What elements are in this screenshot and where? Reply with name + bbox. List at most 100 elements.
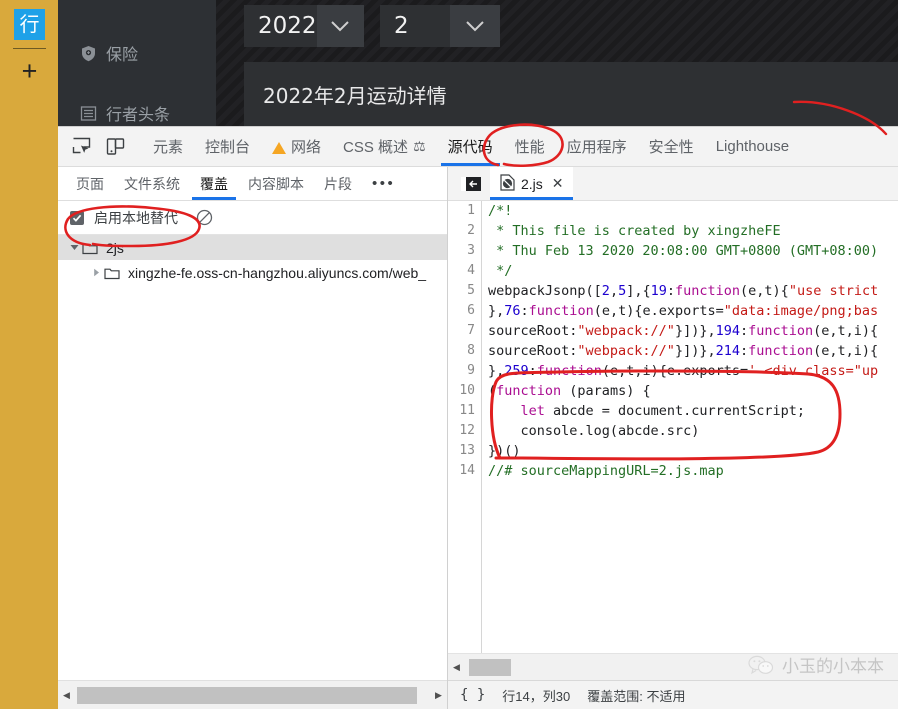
tab-network[interactable]: 网络 xyxy=(261,127,332,166)
enable-overrides-label: 启用本地替代 xyxy=(94,209,178,226)
editor-horizontal-scrollbar[interactable]: ◀ xyxy=(448,653,898,680)
code-line: //# sourceMappingURL=2.js.map xyxy=(488,461,898,481)
tree-row[interactable]: xingzhe-fe.oss-cn-hangzhou.aliyuncs.com/… xyxy=(58,260,447,285)
content-card: 2022年2月运动详情 xyxy=(244,62,898,132)
scrollbar-track[interactable] xyxy=(75,686,430,704)
code-token: ( xyxy=(488,383,497,399)
line-number: 9 xyxy=(467,363,475,378)
chevron-down-icon[interactable] xyxy=(66,243,82,252)
navigator-horizontal-scrollbar[interactable]: ◀ ▶ xyxy=(58,680,447,709)
code-token: (e,t){ xyxy=(740,283,789,299)
code-token: , xyxy=(609,283,619,299)
code-token: 214 xyxy=(715,343,740,359)
line-number: 5 xyxy=(467,283,475,298)
nav-tab-label: 覆盖 xyxy=(200,175,228,192)
tab-css-overview[interactable]: CSS 概述 ⚖ xyxy=(332,127,437,166)
code-token: }, xyxy=(488,363,505,379)
nav-tab-page[interactable]: 页面 xyxy=(66,167,114,200)
tab-console[interactable]: 控制台 xyxy=(194,127,261,166)
scrollbar-thumb[interactable] xyxy=(469,658,511,676)
close-icon[interactable]: ✕ xyxy=(552,175,564,192)
nav-tab-overrides[interactable]: 覆盖 xyxy=(190,167,238,200)
sources-navigator-panel: 页面 文件系统 覆盖 内容脚本 片段 ••• 启用本地替代 2js xingzh… xyxy=(58,167,448,709)
navigator-tabs: 页面 文件系统 覆盖 内容脚本 片段 ••• xyxy=(58,167,447,201)
month-select-value: 2 xyxy=(394,13,409,39)
code-line: sourceRoot:"webpack://"}])},194:function… xyxy=(488,321,898,341)
tree-row[interactable]: 2js xyxy=(58,235,447,260)
code-line: },259:function(e,t,i){e.exports=' <div c… xyxy=(488,361,898,381)
tab-label: 源代码 xyxy=(447,139,493,156)
nav-tab-filesystem[interactable]: 文件系统 xyxy=(114,167,190,200)
folder-icon xyxy=(104,266,123,280)
year-select[interactable]: 2022 xyxy=(244,5,364,47)
pretty-print-icon[interactable]: { } xyxy=(460,687,485,703)
device-toolbar-icon[interactable] xyxy=(98,129,132,165)
scroll-left-arrow-icon[interactable]: ◀ xyxy=(448,662,465,673)
tab-security[interactable]: 安全性 xyxy=(638,127,705,166)
chevron-right-icon[interactable] xyxy=(88,268,104,277)
code-token: 194 xyxy=(715,323,740,339)
warning-icon xyxy=(272,141,287,154)
editor-tabstrip: 2.js ✕ xyxy=(448,167,898,201)
code-token: function xyxy=(748,343,814,359)
month-select[interactable]: 2 xyxy=(380,5,500,47)
nav-tab-content-scripts[interactable]: 内容脚本 xyxy=(238,167,314,200)
folder-icon xyxy=(82,241,101,255)
code-token: "webpack://" xyxy=(577,343,675,359)
code-token: (e,t){e.exports= xyxy=(593,303,724,319)
code-content[interactable]: /*! * This file is created by xingzheFE … xyxy=(488,201,898,653)
code-token: */ xyxy=(488,263,513,279)
rail-divider xyxy=(13,48,46,49)
tab-sources[interactable]: 源代码 xyxy=(437,127,504,166)
sidebar-item-headlines[interactable]: 行者头条 xyxy=(80,101,170,125)
code-token: function xyxy=(496,383,562,399)
more-tabs-button[interactable]: ••• xyxy=(362,175,405,192)
app-logo: 行 xyxy=(14,9,45,40)
line-number: 11 xyxy=(459,403,475,418)
tab-label: 应用程序 xyxy=(566,139,627,156)
line-number: 3 xyxy=(467,243,475,258)
line-number: 8 xyxy=(467,343,475,358)
line-number: 4 xyxy=(467,263,475,278)
scrollbar-thumb[interactable] xyxy=(77,686,417,704)
code-line: let abcde = document.currentScript; xyxy=(488,401,898,421)
sidebar-item-insurance[interactable]: 保险 xyxy=(80,41,138,65)
code-token: function xyxy=(528,303,594,319)
tab-performance[interactable]: 性能 xyxy=(504,127,556,166)
tab-label: 性能 xyxy=(514,139,545,156)
code-token: let xyxy=(520,403,545,419)
code-line: (function (params) { xyxy=(488,381,898,401)
code-token: : xyxy=(739,343,749,359)
code-token: sourceRoot: xyxy=(488,343,578,359)
tab-label: CSS 概述 xyxy=(343,139,409,156)
scroll-left-arrow-icon[interactable]: ◀ xyxy=(58,690,75,701)
show-navigator-icon[interactable] xyxy=(458,171,484,197)
scroll-right-arrow-icon[interactable]: ▶ xyxy=(430,690,447,701)
code-token: 2 xyxy=(601,283,610,299)
enable-overrides-checkbox[interactable] xyxy=(70,210,84,225)
add-button[interactable]: + xyxy=(13,56,46,89)
nav-tab-snippets[interactable]: 片段 xyxy=(314,167,362,200)
code-token: (e,t,i){e.exports= xyxy=(601,363,749,379)
code-token: function xyxy=(675,283,741,299)
line-number: 2 xyxy=(467,223,475,238)
code-editor[interactable]: 1 2 3 4 5 6 7 8 9 10 11 12 13 14 /*! * T… xyxy=(448,201,898,653)
tab-lighthouse[interactable]: Lighthouse xyxy=(705,127,800,166)
code-token: : xyxy=(666,283,676,299)
nav-tab-label: 片段 xyxy=(324,175,352,192)
code-token: (params) { xyxy=(561,383,651,399)
tab-application[interactable]: 应用程序 xyxy=(556,127,638,166)
inspect-element-icon[interactable] xyxy=(64,129,98,165)
tab-elements[interactable]: 元素 xyxy=(142,127,194,166)
editor-tab-2js[interactable]: 2.js ✕ xyxy=(490,167,573,200)
sidebar-item-label: 保险 xyxy=(106,47,139,64)
code-line: */ xyxy=(488,261,898,281)
clear-overrides-icon[interactable] xyxy=(196,209,213,226)
code-token: 76 xyxy=(504,303,521,319)
code-line: })() xyxy=(488,441,898,461)
editor-tab-label: 2.js xyxy=(521,175,543,192)
code-token: 19 xyxy=(650,283,667,299)
line-number-gutter: 1 2 3 4 5 6 7 8 9 10 11 12 13 14 xyxy=(448,201,482,653)
line-number: 7 xyxy=(467,323,475,338)
